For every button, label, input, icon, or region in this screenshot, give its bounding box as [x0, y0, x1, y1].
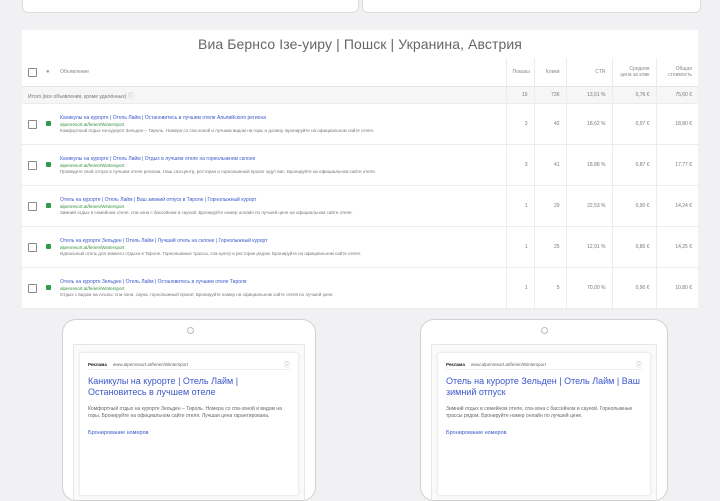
- summary-ctr: 13,51 %: [565, 86, 612, 104]
- status-sort-icon[interactable]: ●: [46, 69, 50, 75]
- cell-avg-cpc: 0,90 €: [611, 267, 656, 309]
- summary-avg-cpc: 0,76 €: [611, 86, 656, 104]
- summary-label: Итого (все объявления, кроме удалённых): [28, 93, 127, 100]
- cell-ctr: 22,53 %: [565, 185, 612, 227]
- cell-clicks: 41: [533, 144, 566, 186]
- col-ad[interactable]: Объявление: [54, 58, 506, 87]
- table-row[interactable]: Отель на курорте Зельден | Отель Лайм | …: [22, 267, 698, 309]
- cell-impressions: 3: [505, 103, 534, 145]
- serp-sitelink[interactable]: Бронирование номеров: [88, 430, 290, 436]
- cell-cost: 10,80 €: [655, 267, 698, 309]
- cell-cost: 14,25 €: [655, 226, 698, 268]
- status-enabled-icon: [46, 162, 51, 168]
- ads-table: ● Объявление Показы Клики CTR Средняя це…: [22, 58, 698, 309]
- table-header: ● Объявление Показы Клики CTR Средняя це…: [22, 58, 698, 87]
- cell-ctr: 12,91 %: [565, 226, 612, 268]
- col-impressions[interactable]: Показы: [505, 58, 534, 87]
- cell-clicks: 25: [533, 226, 566, 268]
- ad-description: Проведите свой отпуск в лучшем отеле рег…: [60, 168, 376, 174]
- cell-avg-cpc: 0,97 €: [611, 103, 656, 145]
- info-icon[interactable]: ⓘ: [636, 360, 642, 369]
- serp-url[interactable]: www.alpenresort.at/ferien/Wintersport: [471, 362, 636, 367]
- row-checkbox[interactable]: [28, 242, 37, 252]
- cell-ctr: 70,00 %: [565, 267, 612, 309]
- table-row[interactable]: Каникулы на курорте | Отель Лайм | Остан…: [22, 103, 698, 145]
- serp-title[interactable]: Отель на курорте Зельден | Отель Лайм | …: [446, 376, 642, 398]
- serp-ad-card[interactable]: Реклама www.alpenresort.at/ferien/Winter…: [80, 353, 298, 495]
- summary-clicks: 736: [533, 86, 566, 104]
- select-all-checkbox[interactable]: [28, 67, 37, 77]
- ad-description: Отдых с видом на Альпы: спа-зона, сауна,…: [60, 291, 334, 297]
- row-checkbox[interactable]: [28, 283, 37, 293]
- ad-headline[interactable]: Каникулы на курорте | Отель Лайм | Остан…: [60, 115, 500, 122]
- col-ctr[interactable]: CTR: [565, 58, 612, 87]
- serp-title[interactable]: Каникулы на курорте | Отель Лайм | Остан…: [88, 376, 290, 398]
- phone-camera-icon: [541, 327, 548, 334]
- status-enabled-icon: [46, 285, 51, 291]
- serp-ad-card[interactable]: Реклама www.alpenresort.at/ferien/Winter…: [438, 353, 650, 495]
- top-panel-left: [22, 0, 359, 13]
- row-checkbox[interactable]: [28, 201, 37, 211]
- summary-row: Итого (все объявления, кроме удалённых) …: [22, 86, 698, 104]
- cell-clicks: 5: [533, 267, 566, 309]
- summary-cost: 75,60 €: [655, 86, 698, 104]
- ad-report: Виа Бернсо Ізе-уиру | Пошск | Укранина, …: [22, 30, 698, 309]
- cell-cost: 17,77 €: [655, 144, 698, 186]
- status-enabled-icon: [46, 203, 51, 209]
- phone-camera-icon: [187, 327, 194, 334]
- cell-cost: 14,24 €: [655, 185, 698, 227]
- ad-description: Зимний отдых в семейном отеле, спа-зона …: [60, 209, 353, 215]
- cell-ctr: 18,88 %: [565, 144, 612, 186]
- cell-avg-cpc: 0,87 €: [611, 144, 656, 186]
- ad-headline[interactable]: Отель на курорте | Отель Лайм | Ваш зимн…: [60, 197, 500, 204]
- col-avg-cpc[interactable]: Средняя цена за клик: [611, 58, 656, 87]
- ad-headline[interactable]: Отель на курорте Зельден | Отель Лайм | …: [60, 279, 500, 286]
- cell-impressions: 3: [505, 144, 534, 186]
- serp-sitelink[interactable]: Бронирование номеров: [446, 430, 642, 436]
- phone-screen: Реклама www.alpenresort.at/ferien/Winter…: [73, 344, 305, 500]
- cell-avg-cpc: 0,80 €: [611, 226, 656, 268]
- table-row[interactable]: Каникулы на курорте | Отель Лайм | Отдых…: [22, 144, 698, 186]
- ad-label: Реклама: [446, 361, 465, 367]
- serp-description: Комфортный отдых на курорте Зельден – Ти…: [88, 406, 282, 419]
- table-row[interactable]: Отель на курорте | Отель Лайм | Ваш зимн…: [22, 185, 698, 227]
- col-cost[interactable]: Общая стоимость: [655, 58, 698, 87]
- status-enabled-icon: [46, 244, 51, 250]
- mobile-preview-right: Реклама www.alpenresort.at/ferien/Winter…: [420, 319, 668, 501]
- report-title: Виа Бернсо Ізе-уиру | Пошск | Укранина, …: [198, 36, 522, 52]
- serp-url[interactable]: www.alpenresort.at/ferien/Wintersport: [113, 362, 284, 367]
- help-icon[interactable]: ⓘ: [128, 91, 134, 100]
- cell-avg-cpc: 0,90 €: [611, 185, 656, 227]
- cell-impressions: 1: [505, 267, 534, 309]
- cell-impressions: 1: [505, 226, 534, 268]
- ad-description: Идеальный отель для зимнего отдыха в Тир…: [60, 250, 362, 256]
- summary-impressions: 15: [505, 86, 534, 104]
- cell-impressions: 1: [505, 185, 534, 227]
- ad-description: Комфортный отдых на курорте Зельден – Ти…: [60, 127, 375, 133]
- table-row[interactable]: Отель на курорте Зельден | Отель Лайм | …: [22, 226, 698, 268]
- ad-headline[interactable]: Каникулы на курорте | Отель Лайм | Отдых…: [60, 156, 500, 163]
- top-panel-right: [362, 0, 701, 13]
- row-checkbox[interactable]: [28, 119, 37, 129]
- info-icon[interactable]: ⓘ: [284, 360, 290, 369]
- serp-description: Зимний отдых в семейном отеле, спа-зона …: [446, 406, 633, 419]
- col-clicks[interactable]: Клики: [533, 58, 566, 87]
- status-enabled-icon: [46, 121, 51, 127]
- phone-screen: Реклама www.alpenresort.at/ferien/Winter…: [431, 344, 657, 500]
- row-checkbox[interactable]: [28, 160, 37, 170]
- cell-ctr: 18,62 %: [565, 103, 612, 145]
- cell-clicks: 29: [533, 185, 566, 227]
- cell-cost: 18,80 €: [655, 103, 698, 145]
- ad-headline[interactable]: Отель на курорте Зельден | Отель Лайм | …: [60, 238, 500, 245]
- cell-clicks: 42: [533, 103, 566, 145]
- ad-label: Реклама: [88, 361, 107, 367]
- mobile-preview-left: Реклама www.alpenresort.at/ferien/Winter…: [62, 319, 316, 501]
